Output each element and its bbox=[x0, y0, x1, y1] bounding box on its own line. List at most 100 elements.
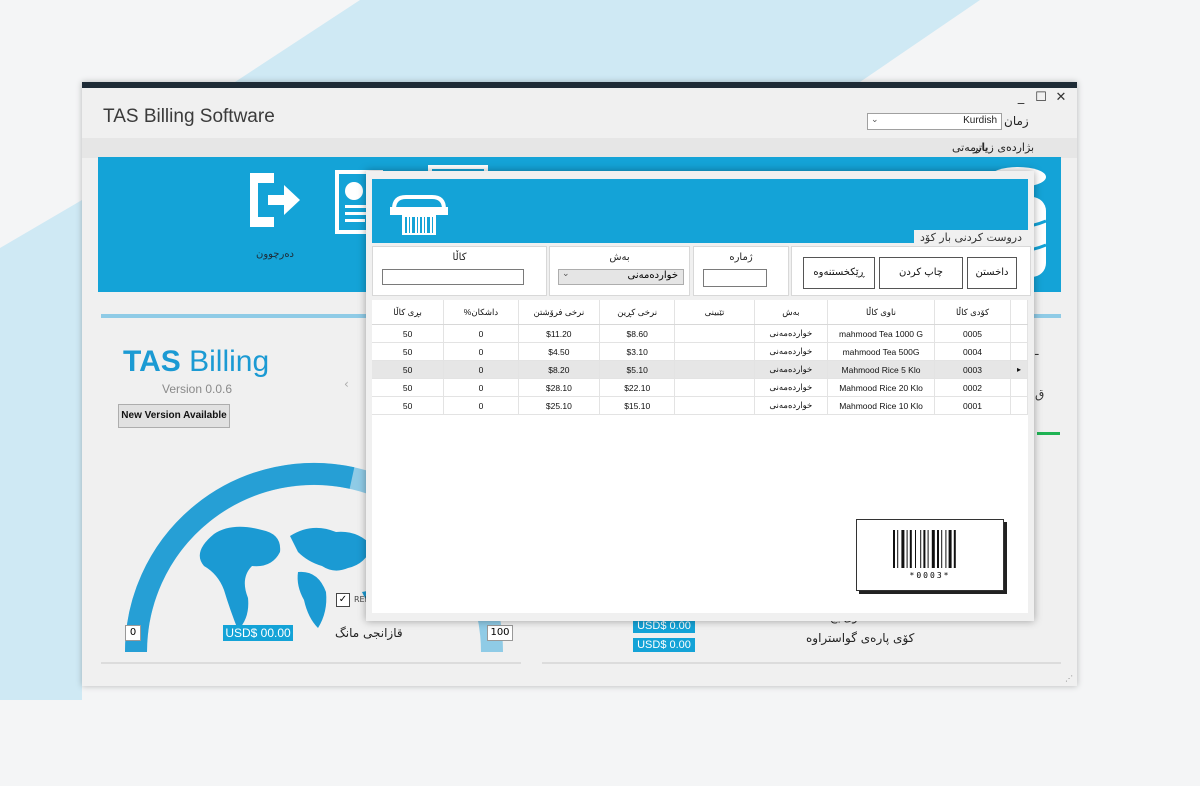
table-cell[interactable]: 50 bbox=[372, 360, 445, 379]
table-cell[interactable]: 50 bbox=[372, 378, 445, 397]
summary-total-value: USD$ 0.00 bbox=[633, 619, 695, 633]
new-version-button[interactable]: New Version Available bbox=[118, 404, 230, 428]
app-title: TAS Billing Software bbox=[103, 106, 275, 127]
table-cell[interactable]: $28.10 bbox=[518, 378, 601, 397]
table-cell[interactable]: 0003 bbox=[934, 360, 1012, 379]
barcode-preview: *0003* bbox=[856, 519, 1004, 591]
table-cell[interactable]: 50 bbox=[372, 324, 445, 343]
table-cell[interactable]: $11.20 bbox=[518, 324, 601, 343]
table-cell[interactable]: $8.20 bbox=[518, 360, 601, 379]
table-cell[interactable]: خواردەمەنی bbox=[754, 396, 829, 415]
table-cell[interactable] bbox=[674, 324, 755, 343]
row-selector[interactable] bbox=[1010, 342, 1028, 361]
table-cell[interactable]: mahmood Tea 1000 G bbox=[827, 324, 935, 343]
barcode-bar bbox=[909, 530, 912, 568]
dialog-header: دروست کردنی بار کۆد bbox=[372, 179, 1028, 245]
row-selector-arrow-icon[interactable]: ▸ bbox=[1010, 360, 1028, 379]
table-cell[interactable]: $15.10 bbox=[599, 396, 676, 415]
col-item-name[interactable]: ناوی کاڵا bbox=[827, 300, 935, 325]
brand-second: Billing bbox=[180, 345, 270, 378]
table-cell[interactable] bbox=[674, 342, 755, 361]
table-cell[interactable]: 0005 bbox=[934, 324, 1012, 343]
close-button[interactable]: ✕ bbox=[1052, 90, 1070, 105]
table-cell[interactable]: Mahmood Rice 20 Klo bbox=[827, 378, 935, 397]
table-cell[interactable]: 50 bbox=[372, 342, 445, 361]
table-cell[interactable]: خواردەمەنی bbox=[754, 378, 829, 397]
table-row[interactable]: 50 0 $25.10 $15.10 خواردەمەنی Mahmood Rice 10… bbox=[372, 396, 1028, 415]
side-glyph-1: ـ bbox=[1035, 344, 1039, 358]
table-row[interactable]: 50 0 $28.10 $22.10 خواردەمەنی Mahmood Rice 20… bbox=[372, 378, 1028, 397]
col-quantity[interactable]: بڕی کاڵا bbox=[372, 300, 445, 325]
table-cell[interactable]: 0002 bbox=[934, 378, 1012, 397]
table-cell[interactable]: 0 bbox=[443, 360, 519, 379]
col-item-code[interactable]: کۆدی کاڵا bbox=[934, 300, 1012, 325]
section-select[interactable]: ⌄ خواردەمەنی bbox=[558, 269, 684, 285]
table-row[interactable]: 50 0 $8.20 $5.10 خواردەمەنی Mahmood Rice 5 Kl… bbox=[372, 360, 1028, 379]
barcode-bar bbox=[901, 530, 905, 568]
table-cell[interactable]: خواردەمەنی bbox=[754, 360, 829, 379]
table-cell[interactable]: $25.10 bbox=[518, 396, 601, 415]
remember-checkbox[interactable]: ✓ bbox=[336, 593, 350, 607]
barcode-bar bbox=[893, 530, 895, 568]
barcode-bar bbox=[941, 530, 943, 568]
table-row[interactable]: 50 0 $11.20 $8.60 خواردەمەنی mahmood Tea 1000… bbox=[372, 324, 1028, 343]
language-select[interactable]: ⌄ Kurdish bbox=[867, 113, 1002, 130]
chevron-left-icon[interactable]: ‹ bbox=[344, 377, 349, 391]
table-cell[interactable]: 0 bbox=[443, 324, 519, 343]
row-selector[interactable] bbox=[1010, 324, 1028, 343]
col-discount[interactable]: %داشکان bbox=[443, 300, 519, 325]
resize-grip-icon[interactable]: ⋰ bbox=[1065, 674, 1073, 683]
language-label: زمان bbox=[1004, 114, 1029, 128]
table-cell[interactable]: $3.10 bbox=[599, 342, 676, 361]
row-selector[interactable] bbox=[1010, 378, 1028, 397]
table-cell[interactable]: Mahmood Rice 5 Klo bbox=[827, 360, 935, 379]
item-field-group: کاڵا bbox=[372, 246, 547, 296]
left-panel-bottom bbox=[101, 662, 521, 664]
gauge-max: 100 bbox=[487, 625, 513, 641]
barcode-printer-icon bbox=[390, 195, 448, 235]
close-dialog-button[interactable]: داخستن bbox=[967, 257, 1017, 289]
table-cell[interactable]: 0001 bbox=[934, 396, 1012, 415]
col-note[interactable]: تێبینی bbox=[674, 300, 755, 325]
row-selector[interactable] bbox=[1010, 396, 1028, 415]
brand-logo: TAS Billing bbox=[123, 345, 269, 379]
table-cell[interactable]: $5.10 bbox=[599, 360, 676, 379]
table-cell[interactable]: Mahmood Rice 10 Klo bbox=[827, 396, 935, 415]
table-cell[interactable]: mahmood Tea 500G bbox=[827, 342, 935, 361]
tile-exit[interactable]: دەرچوون bbox=[230, 157, 320, 292]
number-field-label: ژمارە bbox=[729, 252, 753, 263]
barcode-bar bbox=[915, 530, 916, 568]
col-section[interactable]: بەش bbox=[754, 300, 829, 325]
number-field-group: ژمارە bbox=[693, 246, 789, 296]
table-cell[interactable]: 0 bbox=[443, 342, 519, 361]
window-top-border bbox=[82, 82, 1077, 88]
print-button[interactable]: چاپ کردن bbox=[879, 257, 963, 289]
table-cell[interactable] bbox=[674, 360, 755, 379]
row-header-corner bbox=[1010, 300, 1028, 325]
col-sell-price[interactable]: نرخی فرۆشتن bbox=[518, 300, 601, 325]
barcode-dialog: دروست کردنی بار کۆد کاڵا بەش ⌄ خواردەمەن… bbox=[366, 171, 1034, 621]
items-table: بڕی کاڵا %داشکان نرخی فرۆشتن نرخی کڕین ت… bbox=[372, 300, 1028, 415]
brand-first: TAS bbox=[123, 345, 181, 378]
col-buy-price[interactable]: نرخی کڕین bbox=[599, 300, 676, 325]
table-cell[interactable]: 0004 bbox=[934, 342, 1012, 361]
table-cell[interactable] bbox=[674, 396, 755, 415]
barcode-image bbox=[893, 530, 956, 568]
table-cell[interactable]: $4.50 bbox=[518, 342, 601, 361]
table-cell[interactable] bbox=[674, 378, 755, 397]
number-input[interactable] bbox=[703, 269, 767, 287]
table-cell[interactable]: 50 bbox=[372, 396, 445, 415]
minimize-button[interactable]: _ bbox=[1012, 90, 1030, 105]
table-row[interactable]: 50 0 $4.50 $3.10 خواردەمەنی mahmood Tea 500G 0… bbox=[372, 342, 1028, 361]
exit-icon bbox=[250, 173, 300, 227]
reset-button[interactable]: ڕێکخستنەوە bbox=[803, 257, 875, 289]
table-cell[interactable]: خواردەمەنی bbox=[754, 324, 829, 343]
table-cell[interactable]: 0 bbox=[443, 396, 519, 415]
table-cell[interactable]: خواردەمەنی bbox=[754, 342, 829, 361]
table-cell[interactable]: 0 bbox=[443, 378, 519, 397]
menu-help[interactable]: یارمەتی bbox=[952, 141, 988, 154]
table-cell[interactable]: $8.60 bbox=[599, 324, 676, 343]
item-input[interactable] bbox=[382, 269, 524, 285]
maximize-button[interactable]: ☐ bbox=[1032, 90, 1050, 105]
table-cell[interactable]: $22.10 bbox=[599, 378, 676, 397]
